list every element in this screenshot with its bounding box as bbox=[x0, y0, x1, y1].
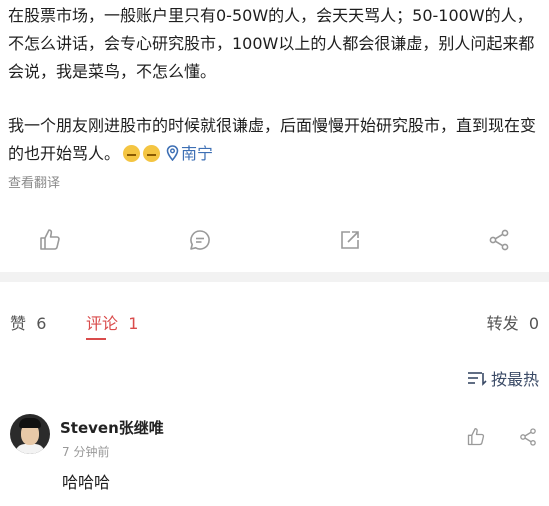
reposts-label: 转发 bbox=[486, 314, 519, 333]
crying-emoji-icon bbox=[123, 145, 141, 162]
grimace-emoji-icon bbox=[143, 145, 161, 162]
comment-text: 哈哈哈 bbox=[62, 473, 111, 492]
active-tab-underline bbox=[86, 338, 106, 340]
likes-label: 赞 bbox=[10, 314, 27, 333]
reposts-count: 0 bbox=[528, 314, 539, 333]
comment-like-icon[interactable] bbox=[466, 427, 486, 447]
post-action-bar bbox=[0, 220, 549, 260]
tab-likes[interactable]: 赞 6 bbox=[10, 310, 46, 334]
comments-label: 评论 bbox=[86, 314, 119, 333]
location-link[interactable]: 南宁 bbox=[166, 144, 213, 163]
stats-tab-bar: 赞 6 评论 1 转发 0 bbox=[0, 300, 549, 340]
comment-time: 7 分钟前 bbox=[62, 445, 110, 459]
sort-button[interactable]: 按最热 bbox=[467, 366, 539, 390]
comment-author[interactable]: Steven张继唯 bbox=[60, 417, 164, 438]
post-paragraph-1: 在股票市场，一般账户里只有0-50W的人，会天天骂人；50-100W的人，不怎么… bbox=[8, 6, 535, 81]
post-paragraph-2-text: 我一个朋友刚进股市的时候就很谦虚，后面慢慢开始研究股市，直到现在变的也开始骂人。 bbox=[8, 116, 537, 163]
like-icon[interactable] bbox=[38, 228, 62, 252]
tab-reposts[interactable]: 转发 0 bbox=[487, 310, 539, 334]
translate-link[interactable]: 查看翻译 bbox=[8, 172, 60, 191]
sort-icon bbox=[467, 372, 487, 386]
section-divider bbox=[0, 272, 549, 282]
share-icon[interactable] bbox=[487, 228, 511, 252]
repost-icon[interactable] bbox=[338, 228, 362, 252]
comment-share-icon[interactable] bbox=[518, 427, 538, 447]
avatar[interactable] bbox=[10, 414, 50, 454]
comment-item: Steven张继唯 7 分钟前 哈哈哈 bbox=[0, 405, 549, 505]
location-pin-icon bbox=[166, 145, 179, 162]
comments-count: 1 bbox=[128, 314, 139, 333]
location-text: 南宁 bbox=[181, 144, 214, 163]
comment-icon[interactable] bbox=[188, 228, 212, 252]
likes-count: 6 bbox=[36, 314, 47, 333]
tab-comments[interactable]: 评论 1 bbox=[86, 310, 138, 334]
sort-label: 按最热 bbox=[490, 370, 539, 389]
post-paragraph-2: 我一个朋友刚进股市的时候就很谦虚，后面慢慢开始研究股市，直到现在变的也开始骂人。… bbox=[8, 112, 544, 168]
